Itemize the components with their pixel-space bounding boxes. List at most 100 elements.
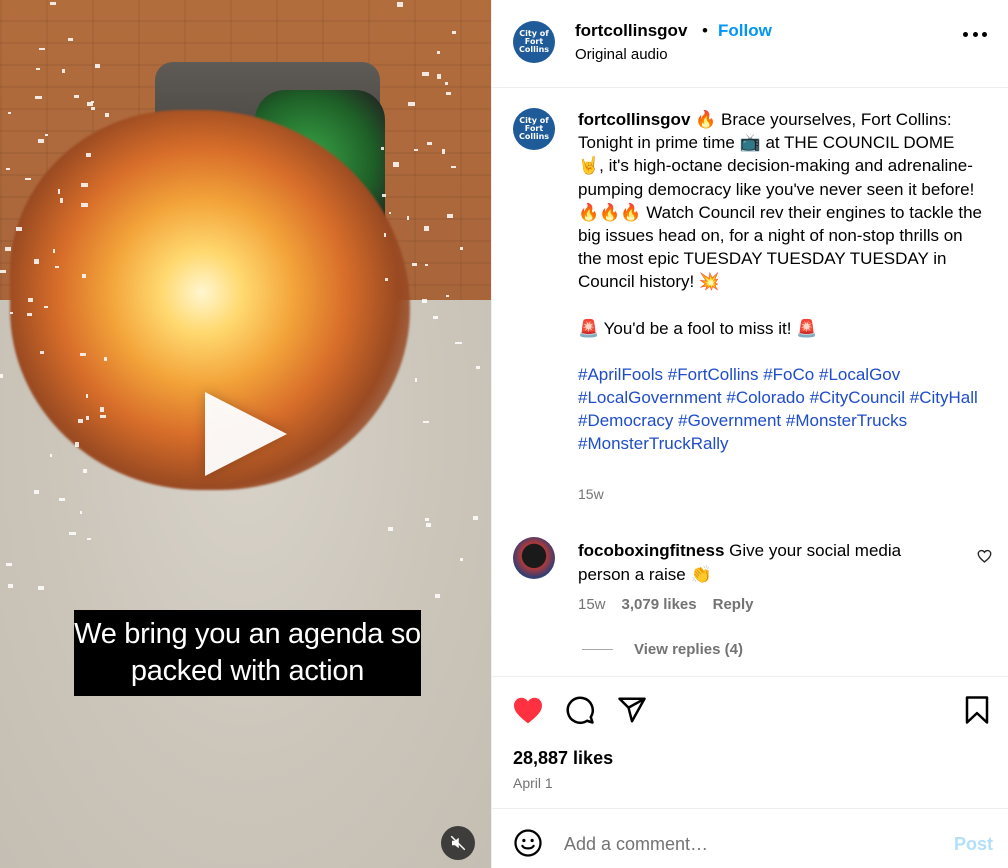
confetti-piece xyxy=(59,498,66,501)
comment-like-icon[interactable] xyxy=(977,549,992,563)
audio-link[interactable]: Original audio xyxy=(575,46,668,63)
confetti-piece xyxy=(105,113,110,118)
confetti-piece xyxy=(75,442,79,448)
confetti-piece xyxy=(38,586,45,591)
confetti-piece xyxy=(385,277,389,282)
comment-age[interactable]: 15w xyxy=(578,596,606,613)
confetti-piece xyxy=(0,270,6,274)
confetti-piece xyxy=(434,593,440,599)
confetti-piece xyxy=(5,247,11,252)
confetti-piece xyxy=(388,211,392,214)
commenter-avatar[interactable] xyxy=(513,537,555,579)
confetti-piece xyxy=(61,69,65,73)
confetti-piece xyxy=(50,2,56,5)
commenter-username[interactable]: focoboxingfitness xyxy=(578,541,724,560)
speaker-muted-icon xyxy=(450,835,466,851)
confetti-piece xyxy=(442,148,446,154)
hashtag-link[interactable]: #LocalGovernment xyxy=(578,388,722,407)
city-logo: City of Fort Collins xyxy=(518,29,550,54)
comment-input[interactable]: Add a comment… xyxy=(564,834,708,855)
confetti-piece xyxy=(459,558,463,562)
comment-likes[interactable]: 3,079 likes xyxy=(622,596,697,613)
mute-button[interactable] xyxy=(441,826,475,860)
confetti-piece xyxy=(82,469,88,473)
add-comment-bar: Add a comment… Post xyxy=(492,808,1008,868)
post-comment-button[interactable]: Post xyxy=(954,834,993,855)
hashtag-link[interactable]: #Colorado xyxy=(726,388,804,407)
post-header: City of Fort Collins fortcollinsgov • Fo… xyxy=(492,0,1008,88)
confetti-piece xyxy=(422,72,429,77)
confetti-piece xyxy=(81,183,88,188)
confetti-piece xyxy=(425,523,431,527)
confetti-piece xyxy=(80,510,83,515)
hashtag-link[interactable]: #LocalGov xyxy=(819,365,900,384)
hashtag-link[interactable]: #Democracy xyxy=(578,411,673,430)
subtitle-line-1: We bring you an agenda so xyxy=(74,618,421,650)
caption-username[interactable]: fortcollinsgov xyxy=(578,110,690,129)
reply-button[interactable]: Reply xyxy=(713,596,754,613)
view-replies-line xyxy=(582,649,613,650)
confetti-piece xyxy=(423,226,429,232)
emoji-icon[interactable] xyxy=(513,828,543,858)
confetti-piece xyxy=(91,107,96,111)
comments-section[interactable]: City of Fort Collins fortcollinsgov 🔥 Br… xyxy=(492,88,1008,676)
post-date[interactable]: April 1 xyxy=(513,775,553,791)
confetti-piece xyxy=(85,394,89,398)
hashtag-link[interactable]: #AprilFools xyxy=(578,365,663,384)
hashtag-link[interactable]: #FoCo xyxy=(763,365,814,384)
hashtag-link[interactable]: #Government xyxy=(678,411,781,430)
caption-age[interactable]: 15w xyxy=(578,486,604,502)
author-username[interactable]: fortcollinsgov xyxy=(575,21,687,41)
play-icon[interactable] xyxy=(205,392,287,476)
confetti-piece xyxy=(81,273,87,279)
confetti-piece xyxy=(447,214,453,218)
confetti-piece xyxy=(424,518,430,521)
confetti-piece xyxy=(393,162,399,167)
caption-avatar[interactable]: City of Fort Collins xyxy=(513,108,555,150)
confetti-piece xyxy=(476,365,480,369)
post-caption: fortcollinsgov 🔥 Brace yourselves, Fort … xyxy=(578,108,983,456)
confetti-piece xyxy=(381,147,384,151)
hashtag-link[interactable]: #CityHall xyxy=(910,388,978,407)
post-actions: 28,887 likes April 1 xyxy=(492,676,1008,808)
bookmark-icon[interactable] xyxy=(964,695,990,725)
confetti-piece xyxy=(87,537,91,540)
hashtag-link[interactable]: #CityCouncil xyxy=(810,388,905,407)
share-icon[interactable] xyxy=(617,695,647,725)
confetti-piece xyxy=(44,305,48,309)
view-replies-button[interactable]: View replies (4) xyxy=(634,641,743,658)
confetti-piece xyxy=(382,194,387,197)
hashtag-link[interactable]: #MonsterTrucks xyxy=(786,411,907,430)
hashtag-link[interactable]: #MonsterTruckRally xyxy=(578,434,729,453)
hashtag-link[interactable]: #FortCollins xyxy=(668,365,759,384)
comment-body: focoboxingfitness Give your social media… xyxy=(578,539,948,587)
video-subtitle: We bring you an agenda so packed with ac… xyxy=(74,610,421,696)
video-player[interactable]: We bring you an agenda so packed with ac… xyxy=(0,0,491,868)
confetti-piece xyxy=(69,532,76,536)
confetti-piece xyxy=(455,342,462,345)
confetti-piece xyxy=(8,583,14,588)
comment-icon[interactable] xyxy=(565,695,595,725)
post-likes[interactable]: 28,887 likes xyxy=(513,748,613,769)
confetti-piece xyxy=(52,248,55,254)
follow-button[interactable]: Follow xyxy=(718,21,772,41)
confetti-piece xyxy=(422,420,429,423)
confetti-piece xyxy=(35,95,42,100)
confetti-piece xyxy=(28,297,33,302)
confetti-piece xyxy=(408,102,415,106)
confetti-piece xyxy=(396,1,403,7)
separator-dot: • xyxy=(702,21,708,40)
confetti-piece xyxy=(445,81,449,85)
heart-filled-icon[interactable] xyxy=(512,695,544,725)
city-logo: City of Fort Collins xyxy=(518,116,550,141)
confetti-piece xyxy=(446,294,449,297)
confetti-piece xyxy=(406,215,410,221)
confetti-piece xyxy=(7,111,12,114)
confetti-piece xyxy=(450,165,456,169)
confetti-piece xyxy=(414,378,417,382)
confetti-piece xyxy=(44,133,49,137)
author-avatar[interactable]: City of Fort Collins xyxy=(513,21,555,63)
confetti-piece xyxy=(67,37,73,41)
confetti-piece xyxy=(49,454,53,458)
more-options-icon[interactable] xyxy=(963,32,987,38)
